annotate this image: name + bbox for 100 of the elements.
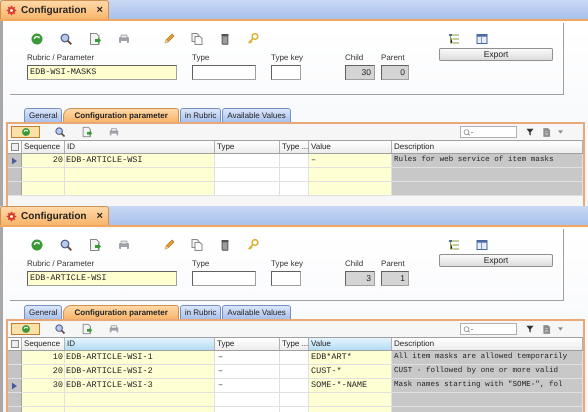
input-field[interactable]: 0 — [381, 65, 410, 80]
pencil-icon[interactable] — [162, 32, 176, 46]
table-cell: 20 — [22, 365, 65, 378]
field-label: Parent — [381, 53, 406, 63]
table-cell: – — [309, 154, 392, 167]
tab[interactable]: Available Values — [222, 305, 291, 319]
column-header[interactable]: Sequence — [22, 338, 65, 350]
table-cell: EDB-ARTICLE-WSI-2 — [65, 365, 215, 378]
search-field[interactable] — [460, 323, 517, 335]
tab[interactable]: in Rubric — [180, 108, 222, 122]
column-header[interactable]: ID — [65, 141, 215, 153]
key-icon[interactable] — [246, 238, 260, 252]
search-icon[interactable] — [59, 238, 73, 252]
field-value: 0 — [400, 66, 406, 79]
table-cell: – — [215, 351, 280, 364]
field-value: 3 — [366, 272, 372, 285]
document-arrow-icon[interactable] — [81, 323, 93, 335]
window-icon[interactable] — [475, 32, 489, 46]
caret-icon[interactable] — [558, 327, 563, 331]
table-cell: 30 — [22, 379, 65, 392]
tab[interactable]: in Rubric — [180, 305, 222, 319]
tab[interactable]: General — [24, 108, 62, 122]
document-arrow-icon[interactable] — [88, 238, 102, 252]
copy-icon[interactable] — [190, 32, 204, 46]
document-tab[interactable]: Configuration × — [0, 0, 109, 19]
document-icon[interactable] — [541, 126, 552, 138]
filter-icon[interactable] — [525, 127, 535, 137]
caret-icon[interactable] — [558, 130, 563, 134]
search-icon[interactable] — [54, 126, 66, 138]
tree-list-icon[interactable] — [447, 238, 461, 252]
table-cell: EDB-ARTICLE-WSI-1 — [65, 351, 215, 364]
row-header[interactable] — [8, 154, 22, 167]
tab[interactable]: Configuration parameter — [63, 108, 179, 122]
close-button[interactable]: × — [96, 4, 103, 16]
column-header[interactable]: Type — [215, 338, 280, 350]
search-field[interactable] — [460, 126, 517, 138]
input-field[interactable] — [271, 271, 301, 286]
printer-icon[interactable] — [117, 238, 131, 252]
field-label: Rubric / Parameter — [27, 53, 96, 63]
input-field[interactable]: EDB-WSI-MASKS — [27, 65, 177, 80]
select-all-checkbox[interactable] — [10, 340, 18, 348]
search-icon — [463, 128, 474, 136]
refresh-button[interactable] — [11, 126, 40, 138]
table-cell: EDB*ART* — [309, 351, 392, 364]
document-tab[interactable]: Configuration × — [0, 206, 109, 225]
column-header[interactable]: Description — [392, 338, 583, 350]
table-cell: 10 — [22, 351, 65, 364]
export-button[interactable]: Export — [439, 48, 554, 61]
printer-icon[interactable] — [117, 32, 131, 46]
field-label: Type — [192, 259, 210, 269]
field-label: Type key — [271, 259, 304, 269]
row-header[interactable] — [8, 379, 22, 392]
row-pointer-icon — [12, 156, 17, 164]
gear-icon[interactable] — [6, 4, 17, 16]
refresh-icon[interactable] — [30, 238, 44, 252]
refresh-button[interactable] — [11, 323, 40, 335]
field-value: 30 — [362, 66, 372, 79]
input-field[interactable]: EDB-ARTICLE-WSI — [27, 271, 177, 286]
tab[interactable]: Available Values — [222, 108, 291, 122]
key-icon[interactable] — [246, 32, 260, 46]
search-icon — [463, 324, 474, 334]
refresh-icon[interactable] — [20, 127, 30, 137]
gear-icon[interactable] — [6, 210, 17, 222]
pencil-icon[interactable] — [162, 238, 176, 252]
input-field[interactable] — [271, 65, 301, 80]
tree-list-icon[interactable] — [447, 32, 461, 46]
table-cell: – — [215, 365, 280, 378]
copy-icon[interactable] — [190, 238, 204, 252]
search-icon[interactable] — [54, 323, 66, 335]
column-header[interactable]: ID — [65, 338, 215, 350]
document-arrow-icon[interactable] — [81, 126, 93, 138]
table-cell: 20 — [22, 154, 65, 167]
input-field[interactable]: 30 — [345, 65, 376, 80]
select-all-checkbox[interactable] — [10, 143, 18, 151]
column-header[interactable]: Sequence — [22, 141, 65, 153]
column-header[interactable]: Type — [215, 141, 280, 153]
filter-icon[interactable] — [525, 324, 535, 334]
window-icon[interactable] — [475, 238, 489, 252]
printer-icon[interactable] — [108, 323, 120, 335]
column-header[interactable]: Type ... — [280, 338, 309, 350]
column-header[interactable]: Value — [309, 338, 392, 350]
refresh-icon[interactable] — [30, 32, 44, 46]
input-field[interactable] — [192, 271, 256, 286]
column-header[interactable]: Description — [392, 141, 583, 153]
refresh-icon[interactable] — [20, 324, 30, 334]
document-arrow-icon[interactable] — [88, 32, 102, 46]
tab[interactable]: Configuration parameter — [63, 305, 179, 319]
column-header[interactable]: Type ... — [280, 141, 309, 153]
tab[interactable]: General — [24, 305, 62, 319]
input-field[interactable]: 1 — [381, 271, 410, 286]
printer-icon[interactable] — [108, 126, 120, 138]
column-header[interactable]: Value — [309, 141, 392, 153]
search-icon[interactable] — [59, 32, 73, 46]
tab-title: Configuration — [21, 210, 87, 224]
input-field[interactable]: 3 — [345, 271, 376, 286]
table-cell: EDB-ARTICLE-WSI — [65, 154, 215, 167]
export-button[interactable]: Export — [439, 254, 554, 267]
input-field[interactable] — [192, 65, 256, 80]
close-button[interactable]: × — [96, 210, 103, 222]
document-icon[interactable] — [541, 324, 552, 334]
